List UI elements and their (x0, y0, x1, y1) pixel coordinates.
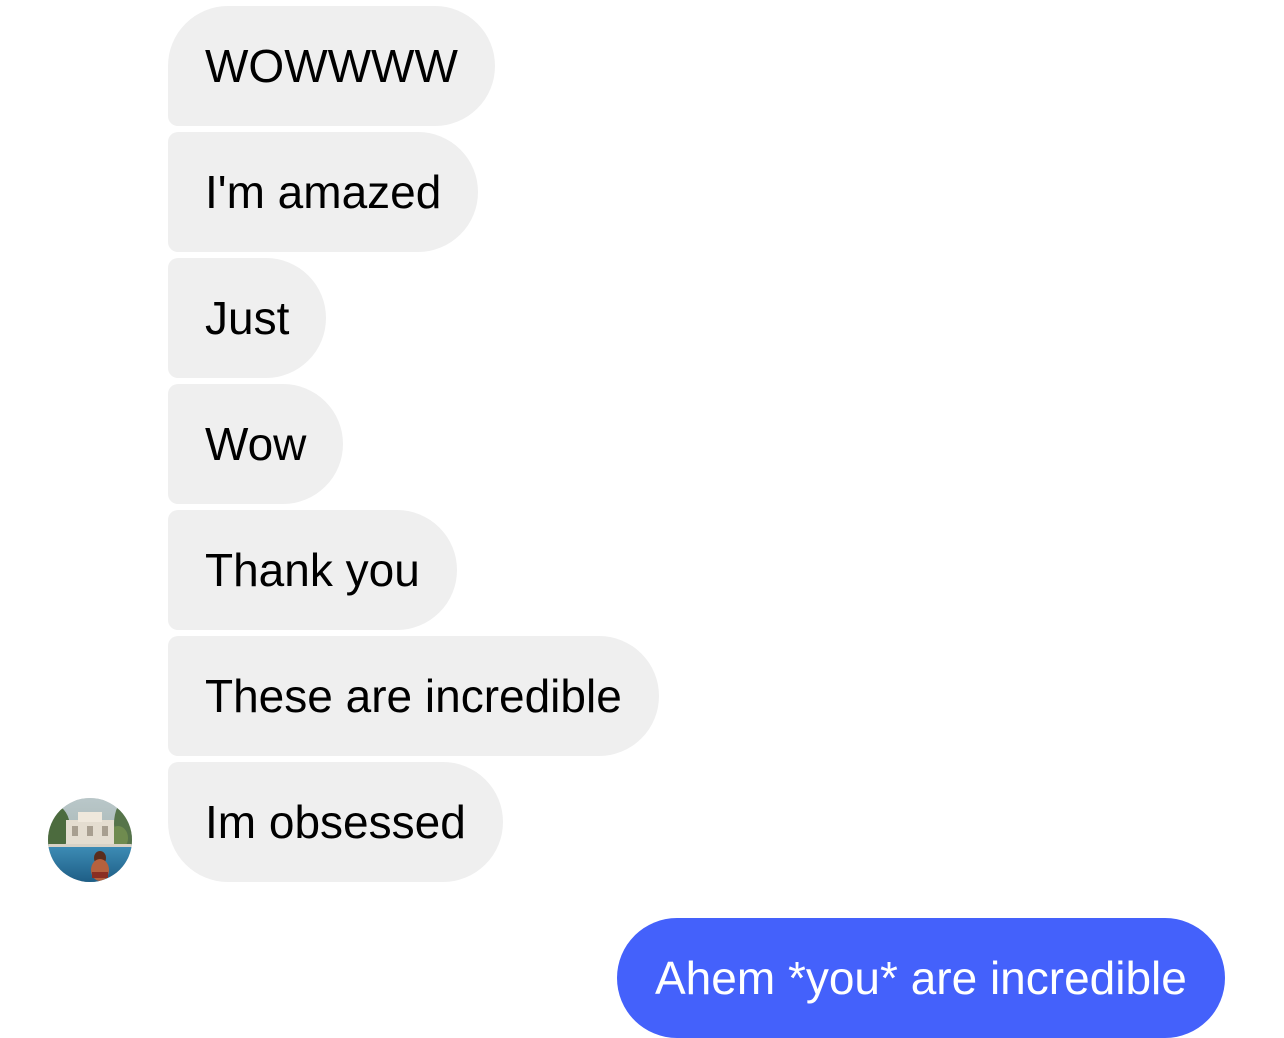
message-text: WOWWWW (205, 40, 458, 92)
incoming-message-bubble[interactable]: I'm amazed (168, 132, 479, 252)
incoming-message-bubble[interactable]: WOWWWW (168, 6, 495, 126)
message-text: Im obsessed (205, 796, 466, 848)
message-text: These are incredible (205, 670, 622, 722)
message-text: Thank you (205, 544, 420, 596)
avatar-photo-icon (48, 798, 132, 882)
contact-avatar[interactable] (48, 798, 132, 882)
incoming-message-bubble[interactable]: Wow (168, 384, 344, 504)
message-thread[interactable]: WOWWWW I'm amazed Just Wow Thank you The… (0, 0, 1284, 1038)
message-text: Just (205, 292, 290, 344)
incoming-message-bubble[interactable]: These are incredible (168, 636, 659, 756)
outgoing-message-bubble[interactable]: Ahem *you* are incredible (617, 918, 1225, 1038)
message-text: I'm amazed (205, 166, 442, 218)
incoming-message-bubble[interactable]: Just (168, 258, 327, 378)
incoming-message-bubble[interactable]: Im obsessed (168, 762, 503, 882)
message-text: Ahem *you* are incredible (655, 952, 1187, 1004)
message-text: Wow (205, 418, 307, 470)
incoming-message-bubble[interactable]: Thank you (168, 510, 457, 630)
